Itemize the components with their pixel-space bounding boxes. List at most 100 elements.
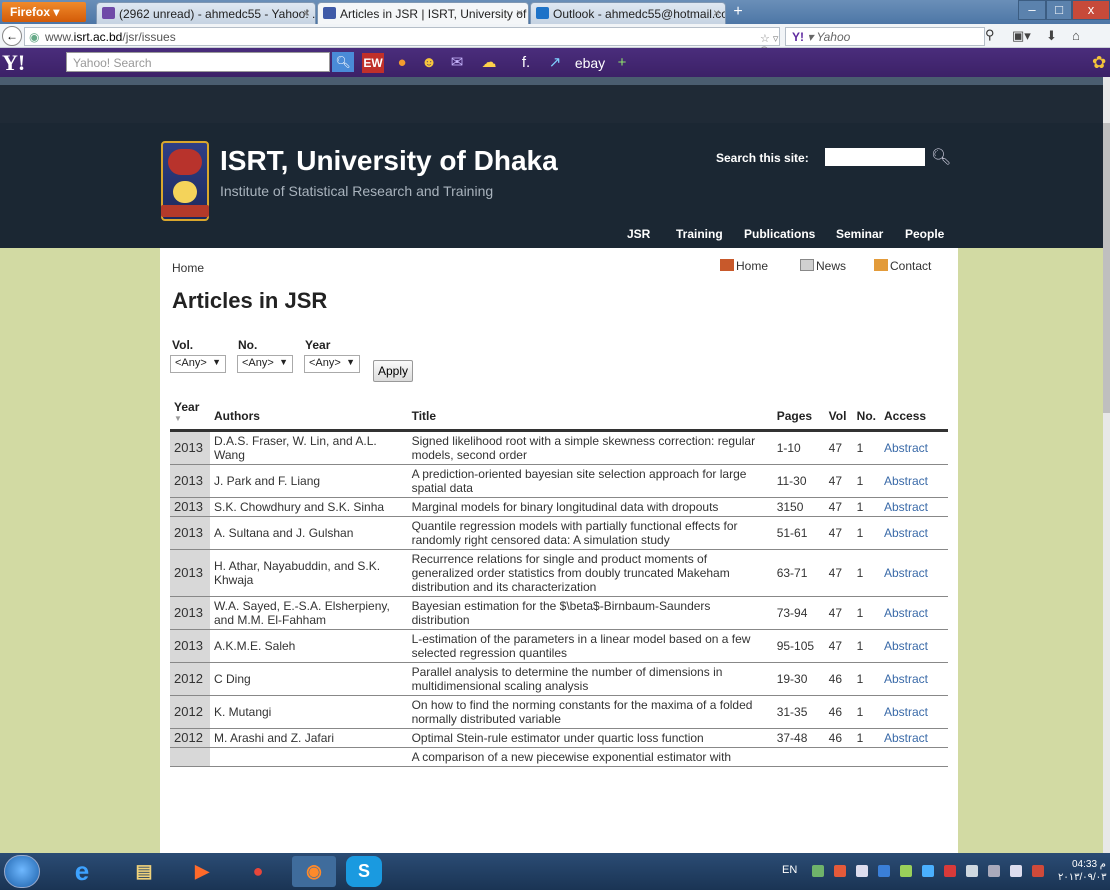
cell-no: 1: [852, 497, 880, 517]
cell-vol: 47: [824, 516, 853, 550]
volume-icon[interactable]: [1010, 865, 1022, 877]
search-icon[interactable]: 🔍︎: [332, 52, 354, 72]
chrome-icon[interactable]: ●: [236, 856, 280, 887]
tab-label: Articles in JSR | ISRT, University of Dh…: [340, 7, 528, 21]
start-button[interactable]: [4, 855, 40, 888]
no-select[interactable]: <Any> ▼: [237, 355, 293, 373]
file-explorer-icon[interactable]: ▤: [122, 856, 166, 887]
skype-icon[interactable]: S: [346, 856, 382, 887]
new-tab-button[interactable]: +: [727, 3, 749, 23]
abstract-link[interactable]: Abstract: [880, 430, 948, 465]
year-select[interactable]: <Any> ▼: [304, 355, 360, 373]
scrollbar-thumb[interactable]: [1103, 123, 1110, 413]
url-field[interactable]: ◉ www.isrt.ac.bd/jsr/issues ☆ ▿ C: [24, 27, 780, 57]
abstract-link[interactable]: Abstract: [880, 464, 948, 498]
minimize-button[interactable]: –: [1018, 0, 1046, 20]
quick-link-home[interactable]: Home: [720, 259, 768, 273]
nav-jsr[interactable]: JSR: [627, 227, 650, 241]
abstract-link[interactable]: Abstract: [880, 516, 948, 550]
table-row: 2013 J. Park and F. Liang A prediction-ori…: [170, 464, 948, 498]
column-header-year[interactable]: Year ▼: [170, 396, 210, 432]
downloads-icon[interactable]: ⬇: [1046, 28, 1057, 44]
internet-explorer-icon[interactable]: e: [60, 856, 104, 887]
abstract-link[interactable]: Abstract: [880, 596, 948, 630]
logo-emblem: [173, 181, 197, 203]
yahoo-search-input[interactable]: Yahoo! Search: [66, 52, 330, 72]
tray-download-icon[interactable]: [900, 865, 912, 877]
tab-yahoo-mail[interactable]: (2962 unread) - ahmedc55 - Yahoo! ... ×: [96, 2, 316, 24]
face-icon[interactable]: ☻: [418, 53, 440, 73]
abstract-link[interactable]: Abstract: [880, 695, 948, 729]
language-indicator[interactable]: EN: [782, 864, 797, 876]
breadcrumb[interactable]: Home: [172, 261, 204, 275]
column-header-pages[interactable]: Pages: [772, 396, 825, 432]
basketball-icon[interactable]: ●: [391, 53, 413, 73]
navigation-bar: ← ◉ www.isrt.ac.bd/jsr/issues ☆ ▿ C Y! ▾…: [0, 24, 1110, 57]
abstract-link[interactable]: Abstract: [880, 497, 948, 517]
firefox-menu-button[interactable]: Firefox ▾: [2, 2, 86, 22]
yahoo-logo[interactable]: Y!: [2, 50, 62, 75]
maximize-button[interactable]: □: [1046, 0, 1072, 20]
cell-authors: C Ding: [209, 662, 408, 696]
tray-device-icon[interactable]: [966, 865, 978, 877]
facebook-icon[interactable]: f.: [514, 53, 538, 73]
gear-icon[interactable]: ✿: [1092, 53, 1106, 73]
column-header-title[interactable]: Title: [407, 396, 773, 432]
tray-update-icon[interactable]: [834, 865, 846, 877]
nav-people[interactable]: People: [905, 227, 944, 241]
tray-network-icon[interactable]: [856, 865, 868, 877]
abstract-link[interactable]: Abstract: [880, 629, 948, 663]
media-player-icon[interactable]: ▶: [180, 856, 224, 887]
firefox-taskbar-icon[interactable]: ◉: [292, 856, 336, 887]
column-header-vol[interactable]: Vol: [824, 396, 853, 432]
system-clock[interactable]: 04:33 م ٢٠١٣/٠٩/٠٣: [1058, 858, 1107, 884]
articles-table: Year ▼ Authors Title Pages Vol No. Access…: [170, 396, 948, 767]
bookmarks-menu-icon[interactable]: ▣▾: [1012, 28, 1031, 44]
home-icon[interactable]: ⌂: [1072, 28, 1080, 43]
abstract-link[interactable]: Abstract: [880, 549, 948, 597]
weather-icon[interactable]: ☁: [478, 53, 500, 73]
tray-security-icon[interactable]: [878, 865, 890, 877]
window-close-button[interactable]: x: [1072, 0, 1110, 20]
ebay-button[interactable]: ebay: [570, 53, 610, 73]
cell-pages: 31-35: [772, 695, 825, 729]
tab-close-icon[interactable]: ×: [713, 6, 720, 20]
power-icon[interactable]: [1032, 865, 1044, 877]
tab-close-icon[interactable]: ×: [516, 6, 523, 20]
browser-search-field[interactable]: Y! ▾ Yahoo: [785, 27, 985, 46]
bluetooth-icon[interactable]: [922, 865, 934, 877]
site-title[interactable]: ISRT, University of Dhaka: [220, 145, 558, 177]
search-icon[interactable]: 🔍︎: [931, 147, 951, 167]
tab-close-icon[interactable]: ×: [303, 6, 310, 20]
column-header-authors[interactable]: Authors: [209, 396, 408, 432]
cell-authors: S.K. Chowdhury and S.K. Sinha: [209, 497, 408, 517]
back-button[interactable]: ←: [2, 26, 22, 46]
nav-seminar[interactable]: Seminar: [836, 227, 883, 241]
search-icon[interactable]: ⚲: [985, 27, 995, 43]
abstract-link[interactable]: [880, 747, 948, 767]
mail-icon[interactable]: ✉: [446, 53, 468, 73]
university-logo[interactable]: [161, 141, 209, 221]
ew-button[interactable]: EW: [362, 53, 384, 73]
signal-icon[interactable]: [988, 865, 1000, 877]
quick-link-contact[interactable]: Contact: [874, 259, 931, 273]
abstract-link[interactable]: Abstract: [880, 728, 948, 748]
abstract-link[interactable]: Abstract: [880, 662, 948, 696]
quick-link-news[interactable]: News: [800, 259, 846, 273]
nav-publications[interactable]: Publications: [744, 227, 815, 241]
apply-button[interactable]: Apply: [373, 360, 413, 382]
cell-no: 1: [852, 662, 880, 696]
plus-icon[interactable]: +: [612, 53, 632, 73]
cell-no: 1: [852, 695, 880, 729]
site-search-input[interactable]: [825, 148, 925, 166]
cell-year: 2012: [170, 662, 210, 696]
tray-alert-icon[interactable]: [944, 865, 956, 877]
tab-outlook[interactable]: Outlook - ahmedc55@hotmail.com ×: [530, 2, 726, 24]
tray-app-icon[interactable]: [812, 865, 824, 877]
cell-title: Signed likelihood root with a simple ske…: [407, 430, 773, 465]
vol-select[interactable]: <Any> ▼: [170, 355, 226, 373]
tab-articles-jsr[interactable]: Articles in JSR | ISRT, University of Dh…: [317, 2, 529, 24]
nav-training[interactable]: Training: [676, 227, 723, 241]
stocks-icon[interactable]: ↗: [544, 53, 566, 73]
column-header-no[interactable]: No.: [852, 396, 880, 432]
